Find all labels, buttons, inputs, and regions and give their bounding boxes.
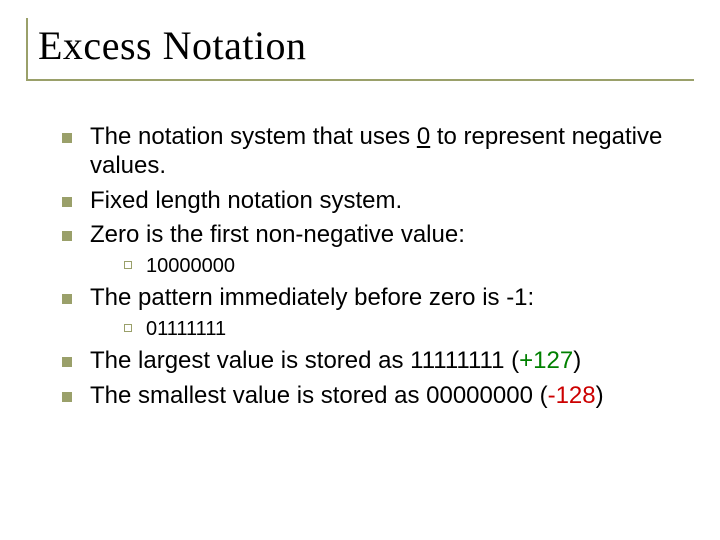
bullet-item: Fixed length notation system. xyxy=(62,187,694,216)
bullet-text: Fixed length notation system. xyxy=(90,187,402,214)
bullet-item: Zero is the first non-negative value: 10… xyxy=(62,221,694,278)
sub-bullet-list: 01111111 xyxy=(90,317,694,341)
bullet-list: The notation system that uses 0 to repre… xyxy=(26,123,694,411)
sub-bullet-item: 01111111 xyxy=(124,317,694,341)
value-negative: -128 xyxy=(548,382,596,409)
title-container: Excess Notation xyxy=(26,18,694,81)
sub-bullet-item: 10000000 xyxy=(124,254,694,278)
slide-title: Excess Notation xyxy=(38,22,694,69)
bullet-text: ) xyxy=(596,382,604,409)
slide-body: The notation system that uses 0 to repre… xyxy=(26,123,694,411)
sub-bullet-text: 01111111 xyxy=(146,318,226,340)
bullet-text: The pattern immediately before zero is -… xyxy=(90,284,534,311)
bullet-text: ) xyxy=(573,347,581,374)
underlined-zero: 0 xyxy=(417,123,430,150)
bullet-item: The largest value is stored as 11111111 … xyxy=(62,347,694,376)
bullet-item: The notation system that uses 0 to repre… xyxy=(62,123,694,181)
bullet-item: The pattern immediately before zero is -… xyxy=(62,284,694,341)
sub-bullet-list: 10000000 xyxy=(90,254,694,278)
bullet-text: The smallest value is stored as 00000000… xyxy=(90,382,548,409)
sub-bullet-text: 10000000 xyxy=(146,255,235,277)
bullet-text: The largest value is stored as 11111111 … xyxy=(90,347,519,374)
value-positive: +127 xyxy=(519,347,573,374)
bullet-text: The notation system that uses xyxy=(90,123,417,150)
bullet-item: The smallest value is stored as 00000000… xyxy=(62,382,694,411)
slide: Excess Notation The notation system that… xyxy=(0,0,720,540)
bullet-text: Zero is the first non-negative value: xyxy=(90,221,465,248)
